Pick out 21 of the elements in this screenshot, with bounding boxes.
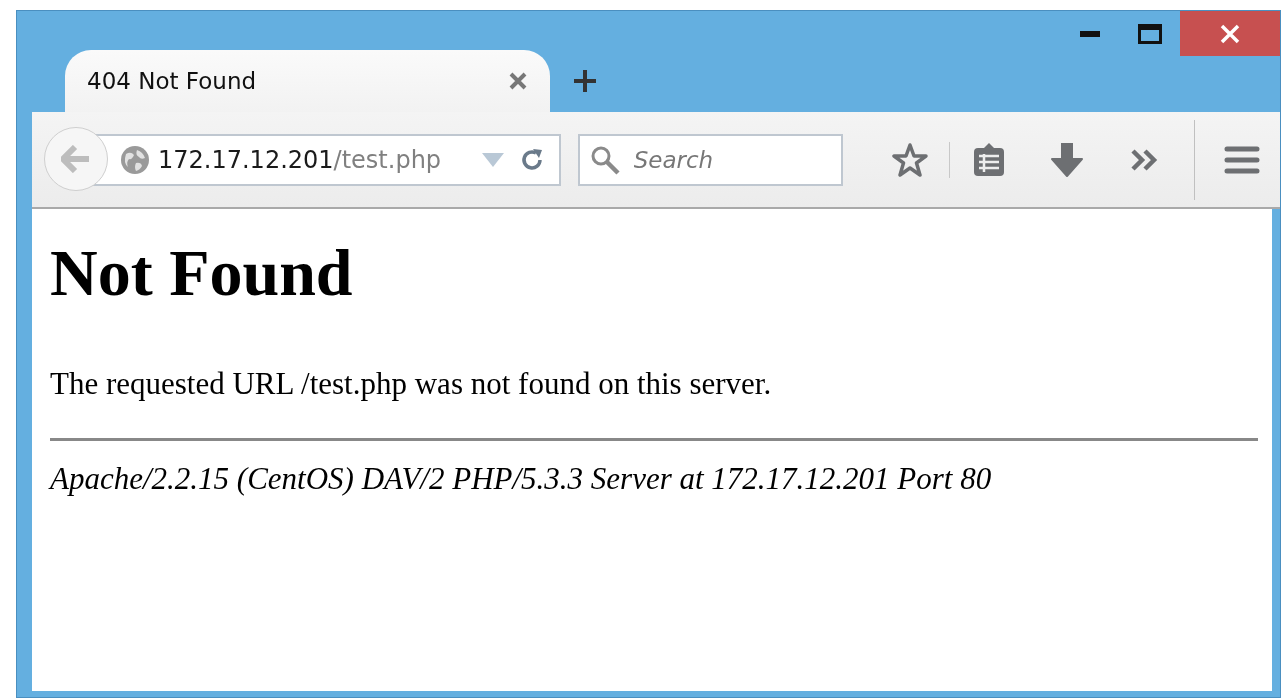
chevrons-icon: [1129, 147, 1160, 172]
download-arrow-icon: [1049, 141, 1084, 178]
error-message: The requested URL /test.php was not found on this server.: [50, 365, 773, 402]
globe-icon: [120, 144, 150, 175]
page-heading: Not Found: [50, 237, 354, 310]
search-field[interactable]: Search: [577, 133, 843, 186]
browser-tab[interactable]: 404 Not Found: [65, 50, 550, 112]
star-icon: [891, 141, 928, 178]
back-arrow-icon: [61, 145, 91, 173]
url-text[interactable]: 172.17.12.201/test.php: [158, 145, 481, 174]
plus-icon: [573, 69, 597, 93]
address-bar[interactable]: 172.17.12.201/test.php: [92, 133, 561, 186]
clipboard-icon: [971, 141, 1006, 178]
server-signature: Apache/2.2.15 (CentOS) DAV/2 PHP/5.3.3 Server at 172.17.12.201 Port 80: [50, 460, 993, 497]
close-button[interactable]: [1180, 11, 1280, 56]
close-icon: [1220, 23, 1240, 44]
minimize-icon: [1080, 30, 1100, 37]
menu-icon: [1224, 144, 1261, 175]
search-icon: [589, 144, 620, 175]
maximize-icon: [1138, 23, 1162, 44]
close-tab-icon[interactable]: [508, 71, 528, 91]
